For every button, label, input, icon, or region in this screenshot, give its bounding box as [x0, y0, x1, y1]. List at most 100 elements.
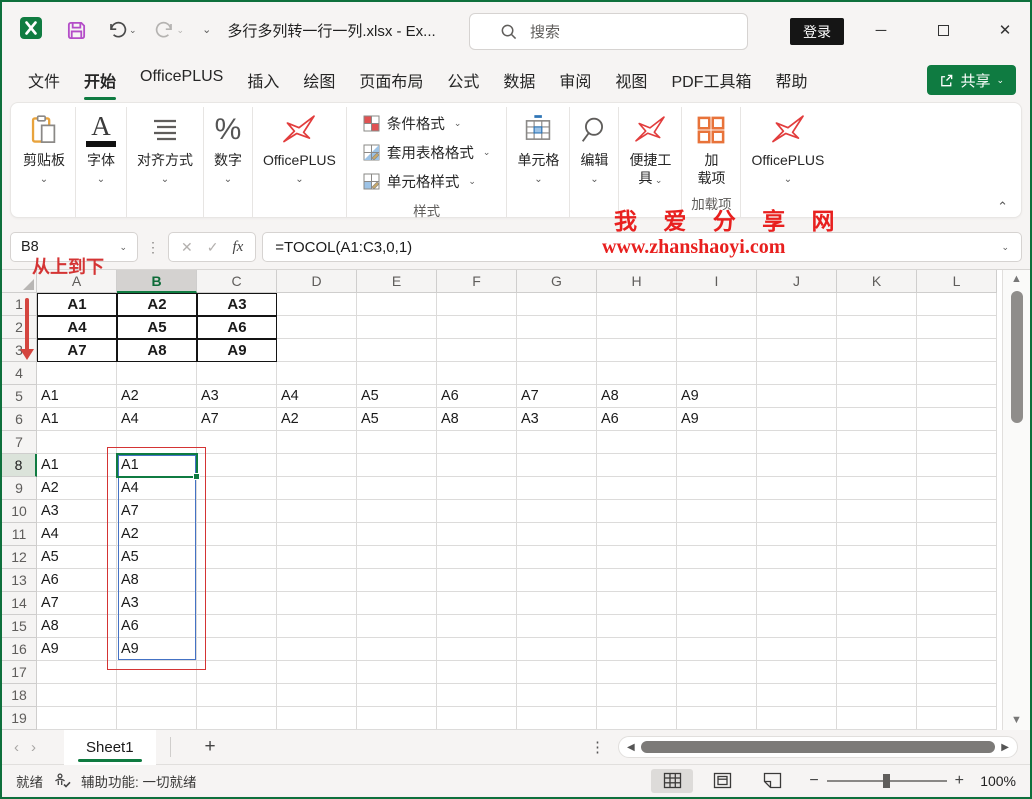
cell-D3[interactable] [277, 339, 357, 362]
cell-C18[interactable] [197, 684, 277, 707]
cell-J17[interactable] [757, 661, 837, 684]
ribbon-tab-3[interactable]: 插入 [235, 58, 291, 102]
column-header-D[interactable]: D [277, 270, 357, 293]
cell-C2[interactable]: A6 [197, 316, 277, 339]
cell-L4[interactable] [917, 362, 997, 385]
cell-G5[interactable]: A7 [517, 385, 597, 408]
save-icon[interactable] [66, 20, 87, 41]
cell-A16[interactable]: A9 [37, 638, 117, 661]
cell-L1[interactable] [917, 293, 997, 316]
cell-A4[interactable] [37, 362, 117, 385]
cell-F6[interactable]: A8 [437, 408, 517, 431]
cell-G2[interactable] [517, 316, 597, 339]
page-layout-view-button[interactable] [701, 769, 743, 793]
convenient-tools-group-button[interactable]: 便捷工 具 ⌄ [619, 107, 683, 217]
cell-L15[interactable] [917, 615, 997, 638]
cell-F5[interactable]: A6 [437, 385, 517, 408]
share-button[interactable]: 共享 ⌄ [927, 65, 1016, 95]
conditional-formatting-button[interactable]: 条件格式 ⌄ [359, 109, 495, 138]
ribbon-tab-11[interactable]: 帮助 [763, 58, 819, 102]
cell-F8[interactable] [437, 454, 517, 477]
cell-F12[interactable] [437, 546, 517, 569]
cell-A14[interactable]: A7 [37, 592, 117, 615]
cell-J11[interactable] [757, 523, 837, 546]
cell-styles-button[interactable]: 单元格样式 ⌄ [359, 167, 495, 196]
ribbon-tab-7[interactable]: 数据 [491, 58, 547, 102]
cell-K6[interactable] [837, 408, 917, 431]
cell-C11[interactable] [197, 523, 277, 546]
cell-L2[interactable] [917, 316, 997, 339]
cell-H10[interactable] [597, 500, 677, 523]
cell-J5[interactable] [757, 385, 837, 408]
cell-J2[interactable] [757, 316, 837, 339]
cell-E13[interactable] [357, 569, 437, 592]
customize-qat-icon[interactable]: ⌄ [202, 24, 211, 36]
cell-C14[interactable] [197, 592, 277, 615]
cell-K9[interactable] [837, 477, 917, 500]
ribbon-tab-0[interactable]: 文件 [16, 58, 72, 102]
cell-C5[interactable]: A3 [197, 385, 277, 408]
cell-F19[interactable] [437, 707, 517, 730]
column-header-J[interactable]: J [757, 270, 837, 293]
clipboard-group-button[interactable]: 剪贴板 ⌄ [13, 107, 76, 217]
cell-I8[interactable] [677, 454, 757, 477]
ribbon-tab-8[interactable]: 审阅 [547, 58, 603, 102]
accessibility-status[interactable]: 辅助功能: 一切就绪 [81, 771, 197, 791]
format-as-table-button[interactable]: 套用表格格式 ⌄ [359, 138, 495, 167]
cell-A6[interactable]: A1 [37, 408, 117, 431]
row-header-10[interactable]: 10 [2, 500, 37, 523]
close-button[interactable]: ✕ [982, 2, 1028, 58]
cell-L11[interactable] [917, 523, 997, 546]
search-input[interactable]: 搜索 [469, 13, 748, 50]
cell-E7[interactable] [357, 431, 437, 454]
cell-C17[interactable] [197, 661, 277, 684]
cell-F7[interactable] [437, 431, 517, 454]
cell-H7[interactable] [597, 431, 677, 454]
cell-J12[interactable] [757, 546, 837, 569]
row-header-12[interactable]: 12 [2, 546, 37, 569]
cell-F4[interactable] [437, 362, 517, 385]
cell-K4[interactable] [837, 362, 917, 385]
cell-I9[interactable] [677, 477, 757, 500]
cell-K13[interactable] [837, 569, 917, 592]
zoom-level[interactable]: 100% [972, 773, 1016, 789]
cell-F13[interactable] [437, 569, 517, 592]
cell-H6[interactable]: A6 [597, 408, 677, 431]
ribbon-tab-9[interactable]: 视图 [603, 58, 659, 102]
zoom-slider-handle[interactable] [882, 773, 890, 788]
column-header-E[interactable]: E [357, 270, 437, 293]
cell-K2[interactable] [837, 316, 917, 339]
cell-K18[interactable] [837, 684, 917, 707]
column-header-I[interactable]: I [677, 270, 757, 293]
cell-H3[interactable] [597, 339, 677, 362]
cell-J14[interactable] [757, 592, 837, 615]
cell-F14[interactable] [437, 592, 517, 615]
addins-button[interactable]: 加 载项 [690, 109, 732, 187]
cell-G6[interactable]: A3 [517, 408, 597, 431]
cell-F17[interactable] [437, 661, 517, 684]
cell-B5[interactable]: A2 [117, 385, 197, 408]
cell-H4[interactable] [597, 362, 677, 385]
vertical-scroll-thumb[interactable] [1010, 291, 1023, 423]
ribbon-tab-1[interactable]: 开始 [72, 58, 128, 102]
insert-function-button[interactable]: fx [232, 239, 243, 256]
cell-F1[interactable] [437, 293, 517, 316]
cell-F2[interactable] [437, 316, 517, 339]
cell-A5[interactable]: A1 [37, 385, 117, 408]
row-header-18[interactable]: 18 [2, 684, 37, 707]
cell-G8[interactable] [517, 454, 597, 477]
cell-F16[interactable] [437, 638, 517, 661]
cell-K12[interactable] [837, 546, 917, 569]
cell-G9[interactable] [517, 477, 597, 500]
cell-G15[interactable] [517, 615, 597, 638]
cell-D1[interactable] [277, 293, 357, 316]
alignment-group-button[interactable]: 对齐方式 ⌄ [127, 107, 204, 217]
ribbon-tab-6[interactable]: 公式 [435, 58, 491, 102]
row-header-16[interactable]: 16 [2, 638, 37, 661]
cell-E6[interactable]: A5 [357, 408, 437, 431]
cell-B10[interactable]: A7 [117, 500, 197, 523]
cell-G1[interactable] [517, 293, 597, 316]
cell-J6[interactable] [757, 408, 837, 431]
normal-view-button[interactable] [651, 768, 694, 793]
cell-H15[interactable] [597, 615, 677, 638]
